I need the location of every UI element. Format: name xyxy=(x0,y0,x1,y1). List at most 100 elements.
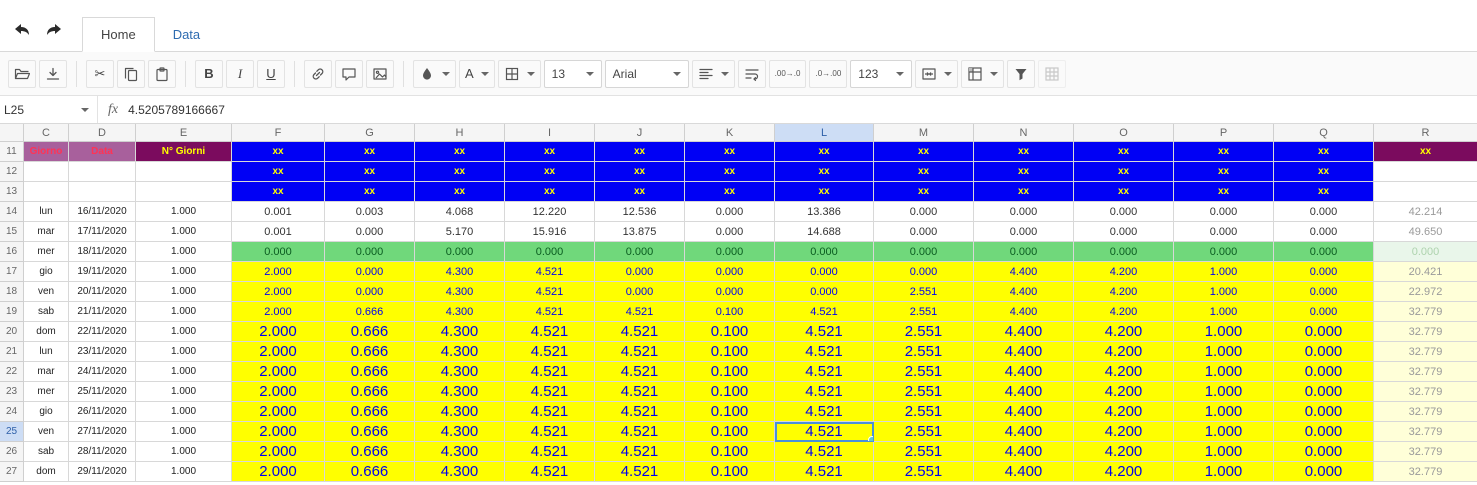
cell-L14[interactable]: 13.386 xyxy=(775,202,874,222)
cell-I20[interactable]: 4.521 xyxy=(505,322,595,342)
row-header-13[interactable]: 13 xyxy=(0,182,24,202)
cell-C25[interactable]: ven xyxy=(24,422,69,442)
cell-L24[interactable]: 4.521 xyxy=(775,402,874,422)
cell-M27[interactable]: 2.551 xyxy=(874,462,974,482)
cell-N11[interactable]: xx xyxy=(974,142,1074,162)
wrap-text-button[interactable] xyxy=(737,59,766,88)
cell-H12[interactable]: xx xyxy=(415,162,505,182)
row-header-23[interactable]: 23 xyxy=(0,382,24,402)
cell-P24[interactable]: 1.000 xyxy=(1174,402,1274,422)
cell-J26[interactable]: 4.521 xyxy=(595,442,685,462)
cell-I15[interactable]: 15.916 xyxy=(505,222,595,242)
cell-E19[interactable]: 1.000 xyxy=(136,302,232,322)
cell-I11[interactable]: xx xyxy=(505,142,595,162)
cell-E12[interactable] xyxy=(136,162,232,182)
underline-button[interactable]: U xyxy=(257,59,285,88)
cell-D12[interactable] xyxy=(69,162,136,182)
cell-C18[interactable]: ven xyxy=(24,282,69,302)
cell-P26[interactable]: 1.000 xyxy=(1174,442,1274,462)
cell-O12[interactable]: xx xyxy=(1074,162,1174,182)
cell-R20[interactable]: 32.779 xyxy=(1374,322,1477,342)
cell-I22[interactable]: 4.521 xyxy=(505,362,595,382)
row-header-17[interactable]: 17 xyxy=(0,262,24,282)
cell-J11[interactable]: xx xyxy=(595,142,685,162)
cell-M20[interactable]: 2.551 xyxy=(874,322,974,342)
cell-O27[interactable]: 4.200 xyxy=(1074,462,1174,482)
cell-F13[interactable]: xx xyxy=(232,182,325,202)
cell-F21[interactable]: 2.000 xyxy=(232,342,325,362)
cell-H20[interactable]: 4.300 xyxy=(415,322,505,342)
cell-E16[interactable]: 1.000 xyxy=(136,242,232,262)
cell-H21[interactable]: 4.300 xyxy=(415,342,505,362)
cell-N20[interactable]: 4.400 xyxy=(974,322,1074,342)
cell-D26[interactable]: 28/11/2020 xyxy=(69,442,136,462)
cell-F20[interactable]: 2.000 xyxy=(232,322,325,342)
cell-N19[interactable]: 4.400 xyxy=(974,302,1074,322)
paste-button[interactable] xyxy=(148,59,176,88)
selected-cell[interactable]: 4.521 xyxy=(775,422,874,442)
cell-N22[interactable]: 4.400 xyxy=(974,362,1074,382)
cell-N26[interactable]: 4.400 xyxy=(974,442,1074,462)
cell-M24[interactable]: 2.551 xyxy=(874,402,974,422)
row-header-20[interactable]: 20 xyxy=(0,322,24,342)
cell-H19[interactable]: 4.300 xyxy=(415,302,505,322)
row-header-19[interactable]: 19 xyxy=(0,302,24,322)
cell-P16[interactable]: 0.000 xyxy=(1174,242,1274,262)
column-header-H[interactable]: H xyxy=(415,124,505,142)
cell-G13[interactable]: xx xyxy=(325,182,415,202)
cell-I19[interactable]: 4.521 xyxy=(505,302,595,322)
cell-P13[interactable]: xx xyxy=(1174,182,1274,202)
cell-R15[interactable]: 49.650 xyxy=(1374,222,1477,242)
cell-F26[interactable]: 2.000 xyxy=(232,442,325,462)
cell-O19[interactable]: 4.200 xyxy=(1074,302,1174,322)
borders-button[interactable] xyxy=(497,59,541,88)
column-header-O[interactable]: O xyxy=(1074,124,1174,142)
cell-M12[interactable]: xx xyxy=(874,162,974,182)
cell-G25[interactable]: 0.666 xyxy=(325,422,415,442)
cell-O24[interactable]: 4.200 xyxy=(1074,402,1174,422)
row-header-16[interactable]: 16 xyxy=(0,242,24,262)
cell-I26[interactable]: 4.521 xyxy=(505,442,595,462)
cell-Q26[interactable]: 0.000 xyxy=(1274,442,1374,462)
cell-D23[interactable]: 25/11/2020 xyxy=(69,382,136,402)
cell-D17[interactable]: 19/11/2020 xyxy=(69,262,136,282)
cell-Q24[interactable]: 0.000 xyxy=(1274,402,1374,422)
column-header-J[interactable]: J xyxy=(595,124,685,142)
comment-button[interactable] xyxy=(335,59,363,88)
cell-K14[interactable]: 0.000 xyxy=(685,202,775,222)
cell-F11[interactable]: xx xyxy=(232,142,325,162)
cell-I27[interactable]: 4.521 xyxy=(505,462,595,482)
cell-O17[interactable]: 4.200 xyxy=(1074,262,1174,282)
number-format-select[interactable]: 123 xyxy=(850,59,913,88)
cell-K22[interactable]: 0.100 xyxy=(685,362,775,382)
cell-L15[interactable]: 14.688 xyxy=(775,222,874,242)
cell-H17[interactable]: 4.300 xyxy=(415,262,505,282)
cell-D15[interactable]: 17/11/2020 xyxy=(69,222,136,242)
cell-K12[interactable]: xx xyxy=(685,162,775,182)
cell-Q17[interactable]: 0.000 xyxy=(1274,262,1374,282)
cell-P11[interactable]: xx xyxy=(1174,142,1274,162)
cell-F27[interactable]: 2.000 xyxy=(232,462,325,482)
cell-I21[interactable]: 4.521 xyxy=(505,342,595,362)
cell-H23[interactable]: 4.300 xyxy=(415,382,505,402)
cell-O13[interactable]: xx xyxy=(1074,182,1174,202)
cell-R26[interactable]: 32.779 xyxy=(1374,442,1477,462)
column-header-M[interactable]: M xyxy=(874,124,974,142)
decrease-decimal-button[interactable]: .00→.0 xyxy=(768,59,807,88)
cell-O18[interactable]: 4.200 xyxy=(1074,282,1174,302)
cell-N21[interactable]: 4.400 xyxy=(974,342,1074,362)
cell-G20[interactable]: 0.666 xyxy=(325,322,415,342)
cell-H13[interactable]: xx xyxy=(415,182,505,202)
cell-K24[interactable]: 0.100 xyxy=(685,402,775,422)
row-header-27[interactable]: 27 xyxy=(0,462,24,482)
cell-C21[interactable]: lun xyxy=(24,342,69,362)
cell-K20[interactable]: 0.100 xyxy=(685,322,775,342)
link-button[interactable] xyxy=(304,59,332,88)
cell-E24[interactable]: 1.000 xyxy=(136,402,232,422)
cell-E21[interactable]: 1.000 xyxy=(136,342,232,362)
cell-M16[interactable]: 0.000 xyxy=(874,242,974,262)
cell-N24[interactable]: 4.400 xyxy=(974,402,1074,422)
cell-J25[interactable]: 4.521 xyxy=(595,422,685,442)
redo-button[interactable] xyxy=(44,21,64,37)
cell-K18[interactable]: 0.000 xyxy=(685,282,775,302)
